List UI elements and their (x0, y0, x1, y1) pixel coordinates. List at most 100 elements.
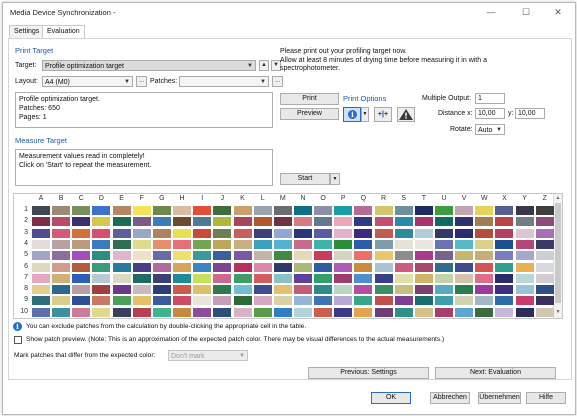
patch-cell[interactable] (273, 285, 292, 295)
multiple-output-input[interactable]: 1 (475, 93, 505, 104)
patch-cell[interactable] (32, 228, 50, 238)
patch-cell[interactable] (253, 251, 272, 261)
patch-cell[interactable] (132, 251, 151, 261)
patch-cell[interactable] (52, 217, 71, 227)
patch-cell[interactable] (52, 206, 71, 215)
patch-cell[interactable] (112, 239, 131, 249)
patch-cell[interactable] (394, 307, 413, 317)
patch-cell[interactable] (213, 228, 232, 238)
patch-cell[interactable] (52, 239, 71, 249)
minimize-button[interactable]: — (481, 6, 501, 19)
start-button[interactable]: Start (280, 173, 330, 185)
patch-cell[interactable] (253, 273, 272, 283)
patch-cell[interactable] (535, 228, 554, 238)
next-evaluation-button[interactable]: Next: Evaluation (435, 367, 556, 379)
patch-cell[interactable] (253, 285, 272, 295)
patch-cell[interactable] (193, 262, 212, 272)
patch-cell[interactable] (455, 251, 474, 261)
patch-cell[interactable] (253, 296, 272, 306)
patch-cell[interactable] (455, 228, 474, 238)
patch-cell[interactable] (72, 273, 91, 283)
patch-cell[interactable] (233, 217, 252, 227)
scroll-down-arrow[interactable]: ▼ (554, 308, 562, 316)
patch-cell[interactable] (354, 251, 373, 261)
patch-cell[interactable] (374, 251, 393, 261)
patch-cell[interactable] (293, 285, 312, 295)
patch-cell[interactable] (132, 296, 151, 306)
patch-cell[interactable] (273, 217, 292, 227)
patch-cell[interactable] (52, 251, 71, 261)
patch-cell[interactable] (495, 273, 514, 283)
patch-cell[interactable] (233, 251, 252, 261)
patch-cell[interactable] (394, 251, 413, 261)
patch-cell[interactable] (52, 262, 71, 272)
patch-cell[interactable] (435, 273, 453, 283)
patch-cell[interactable] (112, 217, 131, 227)
patch-cell[interactable] (394, 273, 413, 283)
patch-cell[interactable] (535, 296, 554, 306)
patch-cell[interactable] (495, 307, 514, 317)
show-patch-preview-checkbox[interactable] (14, 336, 22, 344)
patch-cell[interactable] (314, 273, 333, 283)
patch-cell[interactable] (112, 262, 131, 272)
patch-cell[interactable] (374, 217, 393, 227)
rotate-dropdown[interactable]: Auto ▼ (475, 124, 505, 135)
patch-cell[interactable] (233, 206, 252, 215)
patches-dropdown[interactable]: ▼ (179, 76, 269, 87)
patch-cell[interactable] (435, 307, 453, 317)
patch-cell[interactable] (354, 273, 373, 283)
patch-cell[interactable] (535, 307, 554, 317)
patch-cell[interactable] (92, 273, 111, 283)
patch-cell[interactable] (535, 273, 554, 283)
patch-cell[interactable] (233, 296, 252, 306)
patch-cell[interactable] (92, 217, 111, 227)
patch-cell[interactable] (193, 307, 212, 317)
patch-cell[interactable] (354, 217, 373, 227)
patch-cell[interactable] (475, 217, 494, 227)
patch-cell[interactable] (213, 273, 232, 283)
patch-cell[interactable] (173, 307, 192, 317)
patch-cell[interactable] (173, 296, 192, 306)
patch-cell[interactable] (435, 217, 453, 227)
patch-cell[interactable] (193, 273, 212, 283)
patch-cell[interactable] (273, 251, 292, 261)
patch-cell[interactable] (374, 296, 393, 306)
patch-cell[interactable] (152, 285, 171, 295)
patch-cell[interactable] (495, 228, 514, 238)
patch-cell[interactable] (515, 262, 534, 272)
patch-cell[interactable] (132, 307, 151, 317)
patch-cell[interactable] (354, 239, 373, 249)
patch-cell[interactable] (414, 262, 433, 272)
mark-patches-dropdown[interactable]: Don't mark ▼ (168, 350, 248, 361)
patch-cell[interactable] (253, 206, 272, 215)
patch-cell[interactable] (193, 206, 212, 215)
patch-cell[interactable] (414, 251, 433, 261)
patch-cell[interactable] (374, 285, 393, 295)
patch-cell[interactable] (213, 251, 232, 261)
patch-cell[interactable] (273, 307, 292, 317)
patch-cell[interactable] (152, 307, 171, 317)
patch-cell[interactable] (374, 206, 393, 215)
patch-cell[interactable] (314, 217, 333, 227)
patch-cell[interactable] (394, 285, 413, 295)
vertical-scrollbar[interactable]: ▲ ▼ (553, 194, 562, 318)
patch-cell[interactable] (152, 251, 171, 261)
patch-cell[interactable] (72, 228, 91, 238)
patch-cell[interactable] (455, 206, 474, 215)
maximize-button[interactable]: ☐ (516, 6, 536, 19)
patch-cell[interactable] (193, 285, 212, 295)
patch-cell[interactable] (132, 239, 151, 249)
patch-cell[interactable] (435, 228, 453, 238)
patch-cell[interactable] (132, 285, 151, 295)
patch-cell[interactable] (32, 251, 50, 261)
patch-cell[interactable] (213, 217, 232, 227)
patch-cell[interactable] (273, 262, 292, 272)
patch-cell[interactable] (455, 307, 474, 317)
patch-cell[interactable] (293, 217, 312, 227)
patch-cell[interactable] (293, 251, 312, 261)
patch-cell[interactable] (475, 307, 494, 317)
patch-cell[interactable] (152, 217, 171, 227)
patch-cell[interactable] (475, 239, 494, 249)
patch-cell[interactable] (293, 307, 312, 317)
patch-cell[interactable] (354, 262, 373, 272)
